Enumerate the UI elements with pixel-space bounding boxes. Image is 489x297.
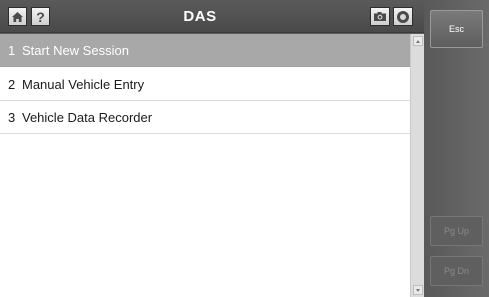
menu-item-label: Start New Session: [22, 43, 129, 58]
home-button[interactable]: [8, 7, 27, 26]
app-window: ? DAS 1 Start New Session 2 Manual Vehic…: [0, 0, 489, 297]
menu-item-number: 2: [8, 77, 16, 92]
side-panel: Esc Pg Up Pg Dn: [424, 0, 489, 297]
vertical-scrollbar[interactable]: [410, 34, 424, 297]
title-bar: ? DAS: [0, 0, 424, 33]
scroll-down-arrow-icon[interactable]: [413, 285, 423, 295]
home-icon: [12, 11, 23, 22]
menu-list: 1 Start New Session 2 Manual Vehicle Ent…: [0, 34, 410, 297]
menu-item-label: Vehicle Data Recorder: [22, 110, 153, 125]
page-down-button[interactable]: Pg Dn: [430, 256, 483, 286]
page-title: DAS: [183, 8, 217, 25]
page-up-button[interactable]: Pg Up: [430, 216, 483, 246]
menu-item-label: Manual Vehicle Entry: [22, 77, 145, 92]
menu-item-start-new-session[interactable]: 1 Start New Session: [0, 34, 410, 67]
menu-item-number: 3: [8, 110, 16, 125]
help-button[interactable]: ?: [31, 7, 50, 26]
esc-button[interactable]: Esc: [430, 10, 483, 48]
record-button[interactable]: [393, 7, 413, 26]
scroll-up-arrow-icon[interactable]: [413, 36, 423, 46]
menu-item-number: 1: [8, 43, 16, 58]
camera-icon: [374, 12, 386, 21]
help-icon: ?: [36, 8, 45, 25]
menu-item-vehicle-data-recorder[interactable]: 3 Vehicle Data Recorder: [0, 101, 410, 134]
menu-item-manual-vehicle-entry[interactable]: 2 Manual Vehicle Entry: [0, 68, 410, 101]
record-icon: [397, 10, 409, 23]
camera-button[interactable]: [370, 7, 390, 26]
